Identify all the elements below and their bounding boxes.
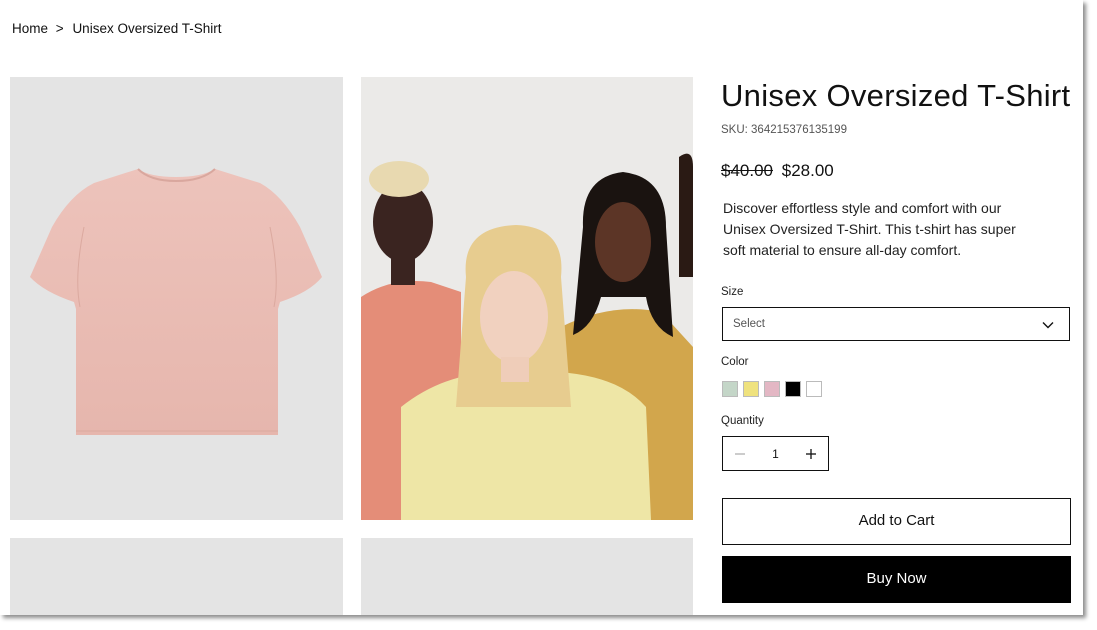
plus-icon [806,449,816,459]
product-image-flat-tshirt[interactable] [10,77,343,520]
models-wearing-tshirts-image [361,77,693,520]
sale-price: $28.00 [781,161,834,180]
size-select[interactable]: Select [722,307,1070,341]
color-swatch-sage[interactable] [722,381,738,397]
quantity-label: Quantity [721,415,764,427]
color-label: Color [721,356,749,368]
color-swatch-white[interactable] [806,381,822,397]
color-swatch-pink[interactable] [764,381,780,397]
add-to-cart-button[interactable]: Add to Cart [722,498,1071,545]
original-price: $40.00 [721,161,773,180]
product-price: $40.00 $28.00 [721,161,834,181]
product-image-3[interactable] [10,538,343,615]
breadcrumb: Home > Unisex Oversized T-Shirt [12,20,222,36]
decrease-quantity-button[interactable] [723,437,757,470]
breadcrumb-home-link[interactable]: Home [12,21,48,36]
color-swatch-yellow[interactable] [743,381,759,397]
minus-icon [735,453,745,455]
color-swatch-black[interactable] [785,381,801,397]
product-description: Discover effortless style and comfort wi… [723,200,1016,258]
quantity-value[interactable]: 1 [757,447,794,461]
color-swatches [722,381,827,399]
increase-quantity-button[interactable] [794,437,828,470]
product-image-4[interactable] [361,538,693,615]
breadcrumb-separator: > [55,20,64,36]
quantity-stepper: 1 [722,436,829,471]
product-page: Home > Unisex Oversized T-Shirt Unisex O… [0,0,1083,615]
breadcrumb-current: Unisex Oversized T-Shirt [72,20,222,36]
product-image-models[interactable] [361,77,693,520]
product-title: Unisex Oversized T-Shirt [721,78,1071,113]
buy-now-button[interactable]: Buy Now [722,556,1071,603]
chevron-down-icon [1042,322,1054,329]
size-label: Size [721,286,744,298]
pink-tshirt-image [30,168,322,435]
product-sku: SKU: 364215376135199 [721,124,847,136]
size-select-placeholder: Select [733,318,765,330]
